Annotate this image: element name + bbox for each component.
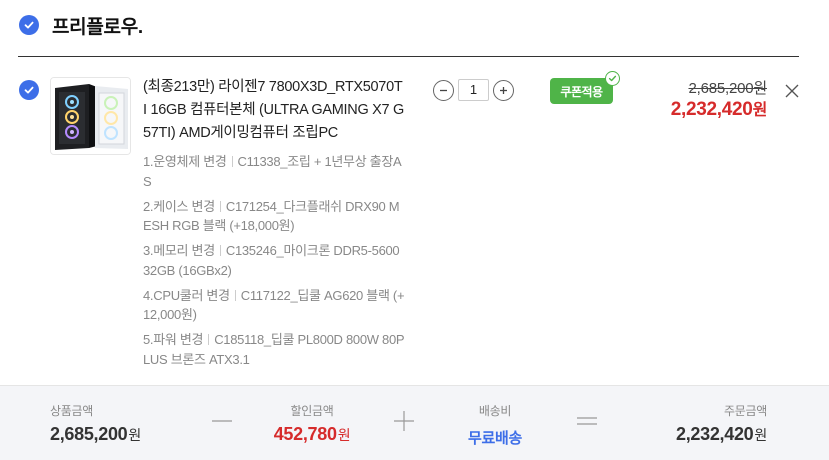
- product-name[interactable]: (최종213만) 라이젠7 7800X3D_RTX5070TI 16GB 컴퓨터…: [143, 76, 405, 145]
- final-price: 2,232,420원: [670, 96, 768, 121]
- option-separator: [231, 156, 233, 167]
- order-amount-value: 2,232,420원: [676, 424, 767, 445]
- minus-icon: [440, 89, 447, 91]
- plus-icon: [500, 86, 507, 94]
- quantity-input[interactable]: 1: [458, 79, 489, 101]
- option-separator: [208, 334, 210, 345]
- remove-item-close-icon[interactable]: [784, 83, 800, 99]
- coupon-apply-button[interactable]: 쿠폰적용: [550, 78, 613, 104]
- option-label: 2.케이스 변경: [143, 198, 215, 214]
- seller-divider: [18, 56, 799, 57]
- final-price-unit: 원: [752, 102, 768, 119]
- quantity-stepper: 1: [433, 79, 514, 101]
- option-separator: [219, 245, 221, 256]
- option-item: 2.케이스 변경 C171254_다크플래쉬 DRX90 MESH RGB 블랙 …: [143, 197, 405, 236]
- discount-amount-label: 할인금액: [290, 404, 334, 418]
- option-item: 5.파워 변경 C185118_딥쿨 PL800D 800W 80PLUS 브론즈…: [143, 330, 405, 369]
- option-label: 5.파워 변경: [143, 332, 204, 347]
- order-amount: 주문금액 2,232,420원: [676, 402, 767, 445]
- seller-select-checkbox[interactable]: [19, 15, 39, 35]
- minus-operator-icon: [212, 420, 232, 422]
- product-amount-label: 상품금액: [50, 404, 93, 418]
- original-price: 2,685,200원: [688, 80, 767, 97]
- option-item: 4.CPU쿨러 변경 C117122_딥쿨 AG620 블랙 (+12,000원): [143, 286, 405, 325]
- order-amount-unit: 원: [754, 427, 767, 443]
- seller-name[interactable]: 프리플로우.: [52, 12, 143, 39]
- coupon-applied-check-icon: [605, 71, 620, 86]
- final-price-number: 2,232,420: [670, 99, 753, 120]
- product-amount-number: 2,685,200: [50, 424, 128, 444]
- shipping-fee-label: 배송비: [478, 404, 512, 418]
- order-summary: 상품금액 2,685,200원 할인금액 452,780원 배송비 무료배송 주…: [0, 385, 829, 460]
- order-amount-number: 2,232,420: [676, 424, 754, 444]
- shipping-fee: 배송비 무료배송: [455, 402, 535, 448]
- plus-operator-icon: [394, 411, 414, 431]
- option-label: 3.메모리 변경: [143, 243, 215, 258]
- pc-case-image: [51, 78, 130, 154]
- product-amount-value: 2,685,200원: [50, 424, 141, 445]
- option-item: 3.메모리 변경 C135246_마이크론 DDR5-5600 32GB (16G…: [143, 241, 405, 280]
- option-separator: [234, 289, 236, 301]
- quantity-increase-button[interactable]: [493, 79, 514, 101]
- product-amount: 상품금액 2,685,200원: [50, 402, 141, 445]
- product-amount-unit: 원: [128, 427, 141, 443]
- option-separator: [219, 200, 221, 212]
- discount-amount-unit: 원: [337, 427, 351, 443]
- discount-amount-number: 452,780: [273, 424, 337, 444]
- discount-amount-value: 452,780원: [262, 424, 362, 445]
- order-amount-label: 주문금액: [724, 404, 767, 418]
- shipping-fee-value: 무료배송: [467, 430, 522, 447]
- seller-header: 프리플로우.: [0, 0, 829, 56]
- option-item: 1.운영체제 변경 C11338_조립 + 1년무상 출장AS: [143, 152, 405, 191]
- quantity-decrease-button[interactable]: [433, 79, 454, 101]
- check-icon: [24, 21, 34, 29]
- option-label: 4.CPU쿨러 변경: [143, 287, 230, 303]
- option-label: 1.운영체제 변경: [143, 154, 227, 169]
- product-thumbnail[interactable]: [50, 77, 131, 155]
- product-options: 1.운영체제 변경 C11338_조립 + 1년무상 출장AS 2.케이스 변경 C…: [143, 152, 405, 375]
- item-select-checkbox[interactable]: [19, 80, 39, 100]
- discount-amount: 할인금액 452,780원: [262, 402, 362, 445]
- equals-operator-icon: [577, 417, 597, 425]
- check-icon: [24, 86, 34, 94]
